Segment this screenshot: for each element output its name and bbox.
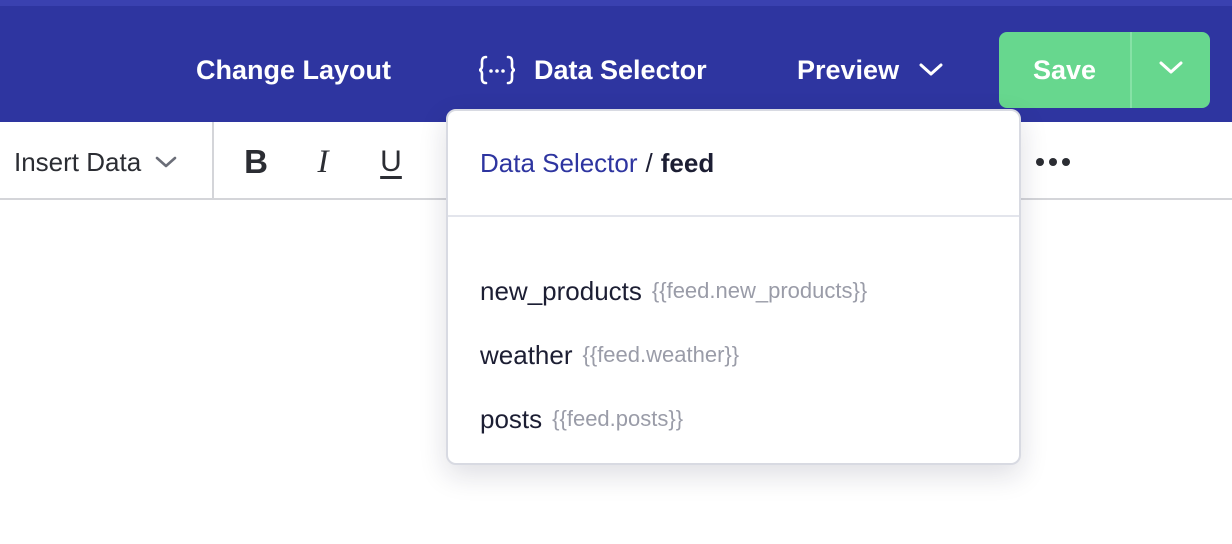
save-button[interactable]: Save — [999, 32, 1132, 108]
top-bar: Change Layout Data Selector Preview Save — [0, 0, 1232, 122]
toolbar-divider — [212, 122, 214, 198]
insert-data-label: Insert Data — [14, 146, 142, 177]
more-horizontal-icon-dot — [1036, 158, 1044, 166]
chevron-down-icon — [155, 156, 177, 169]
chevron-down-icon — [1159, 61, 1183, 80]
data-field-path: {{feed.posts}} — [552, 406, 684, 431]
more-options-button[interactable] — [1036, 142, 1070, 182]
preview-label: Preview — [797, 54, 900, 85]
data-field-item-posts[interactable]: posts {{feed.posts}} — [448, 387, 1019, 451]
bold-button[interactable]: B — [238, 142, 274, 182]
save-options-button[interactable] — [1132, 32, 1210, 108]
breadcrumb-separator: / — [645, 147, 653, 178]
save-label: Save — [1032, 54, 1097, 85]
data-selector-label: Data Selector — [534, 54, 707, 85]
save-button-group: Save — [999, 32, 1210, 108]
preview-button[interactable]: Preview — [797, 50, 943, 90]
change-layout-label: Change Layout — [196, 54, 392, 85]
data-field-item-weather[interactable]: weather {{feed.weather}} — [448, 323, 1019, 387]
breadcrumb: Data Selector / feed — [448, 111, 1019, 217]
more-horizontal-icon-dot — [1049, 158, 1057, 166]
data-field-key: weather — [480, 339, 573, 370]
data-field-path: {{feed.weather}} — [582, 342, 740, 367]
data-field-path: {{feed.new_products}} — [651, 278, 868, 303]
underline-button[interactable]: U — [373, 142, 409, 182]
insert-data-dropdown[interactable]: Insert Data — [14, 142, 177, 182]
chevron-down-icon — [919, 63, 943, 77]
more-horizontal-icon-dot — [1062, 158, 1070, 166]
breadcrumb-root-link[interactable]: Data Selector — [480, 148, 638, 179]
data-selector-button[interactable]: Data Selector — [478, 50, 707, 90]
data-field-key: posts — [480, 403, 543, 434]
data-field-item-new-products[interactable]: new_products {{feed.new_products}} — [448, 259, 1019, 323]
curly-braces-icon — [478, 54, 516, 86]
italic-button[interactable]: I — [305, 142, 341, 182]
data-selector-dropdown: Data Selector / feed new_products {{feed… — [446, 109, 1021, 465]
data-field-key: new_products — [480, 275, 642, 306]
change-layout-button[interactable]: Change Layout — [196, 50, 391, 90]
data-field-list: new_products {{feed.new_products}} weath… — [448, 217, 1019, 451]
breadcrumb-current: feed — [660, 147, 715, 178]
